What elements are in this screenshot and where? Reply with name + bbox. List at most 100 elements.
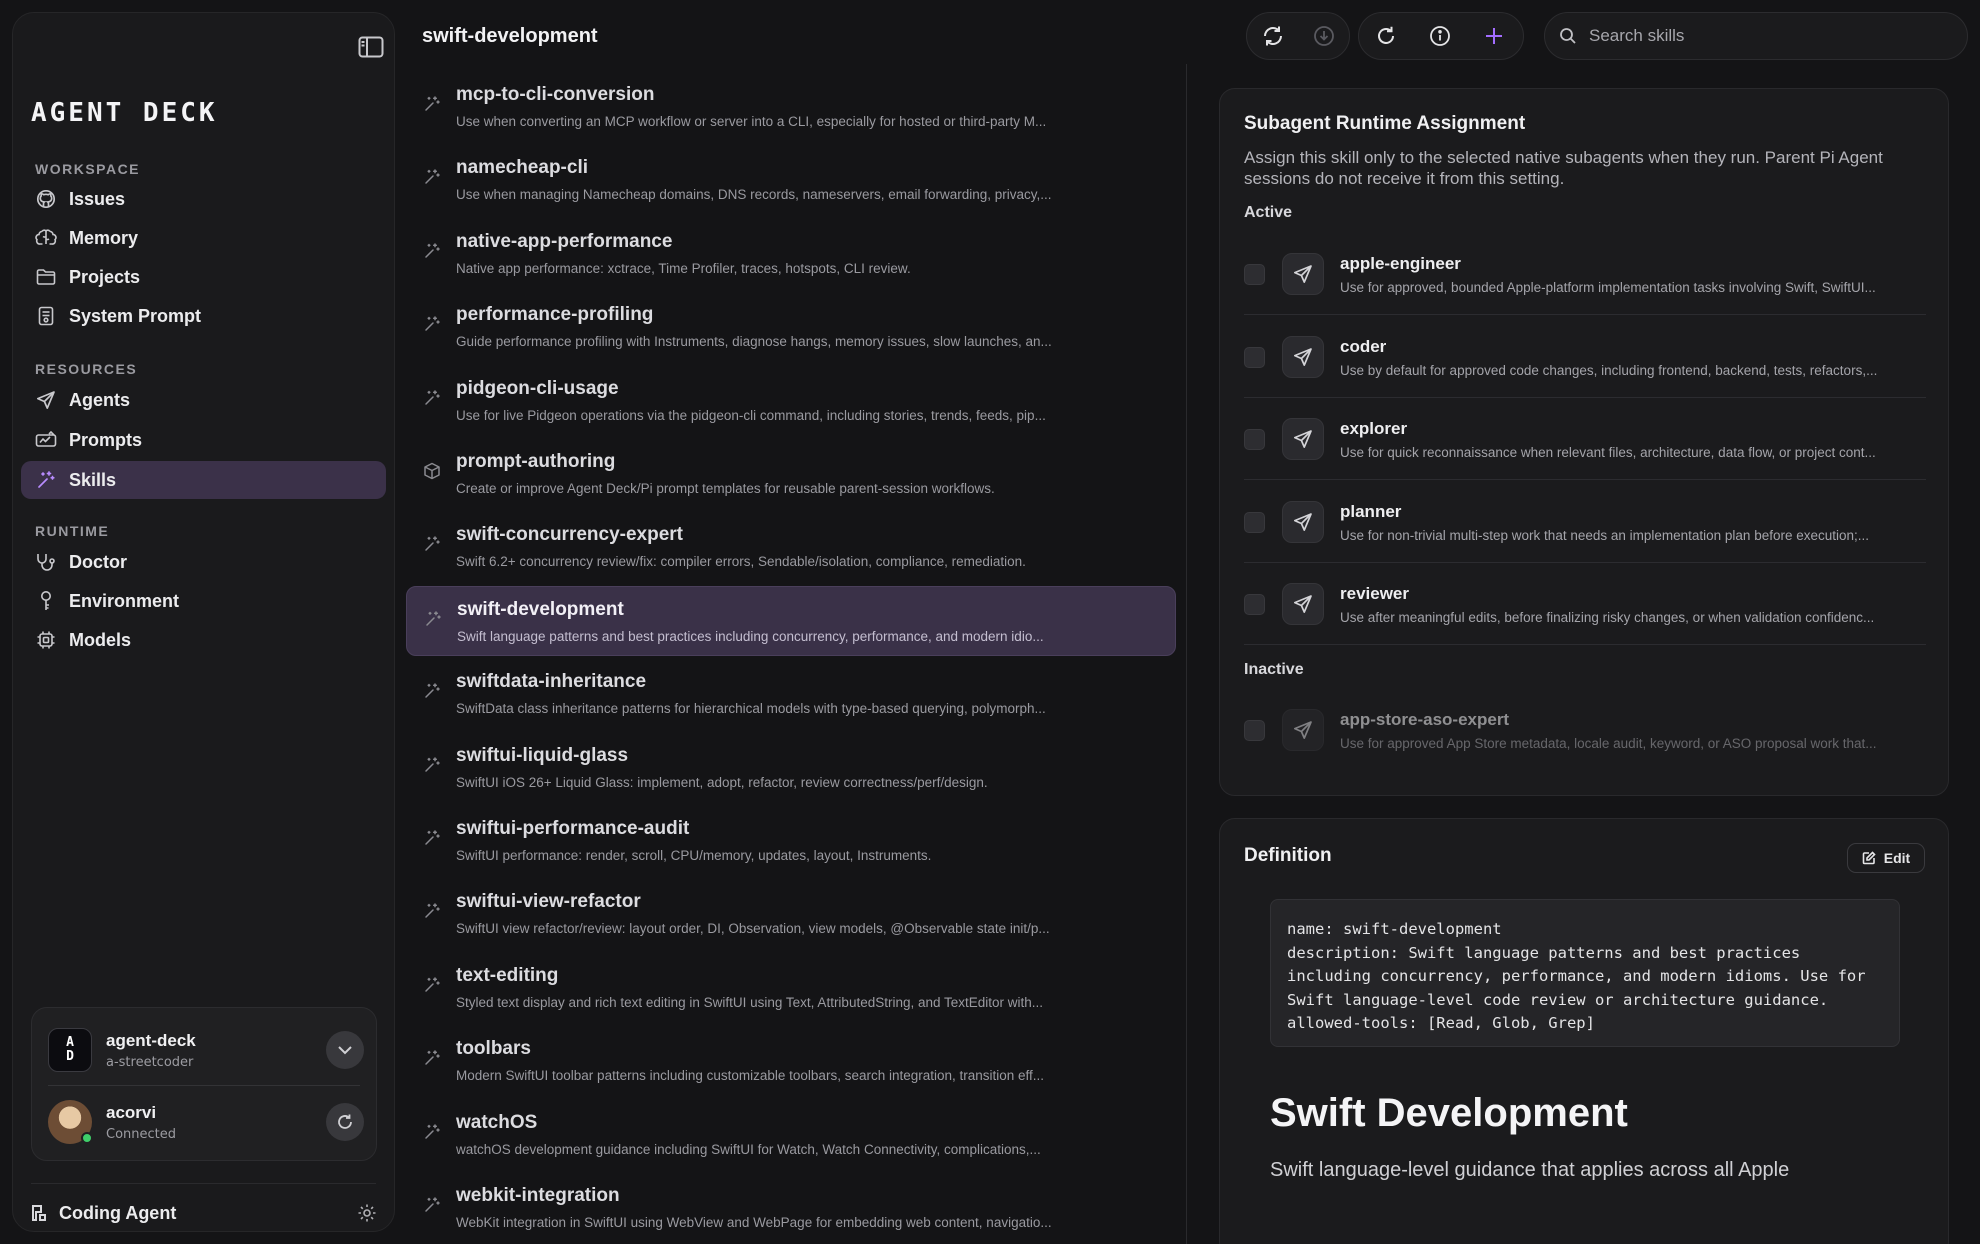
folder-icon <box>35 266 57 288</box>
search-input[interactable] <box>1589 26 1949 46</box>
add-skill-button[interactable] <box>1467 13 1521 59</box>
search-bar <box>1544 12 1968 60</box>
skill-row[interactable]: watchOS watchOS development guidance incl… <box>406 1100 1176 1170</box>
skill-row[interactable]: performance-profiling Guide performance p… <box>406 292 1176 362</box>
app-badge-logo: AD <box>48 1028 92 1072</box>
sparkle-wand-icon <box>420 312 444 336</box>
chevron-down-icon <box>338 1046 352 1055</box>
sparkle-wand-icon <box>420 165 444 189</box>
send-icon <box>1282 418 1324 460</box>
sidebar-item-projects[interactable]: Projects <box>21 258 386 296</box>
agent-description: Use for quick reconnaissance when releva… <box>1340 445 1876 460</box>
reconnect-button[interactable] <box>326 1103 364 1141</box>
sidebar-item-models[interactable]: Models <box>21 621 386 659</box>
agent-checkbox[interactable] <box>1244 429 1265 450</box>
sparkle-wand-icon <box>420 973 444 997</box>
agent-name: planner <box>1340 501 1402 521</box>
sync-button[interactable] <box>1247 13 1298 59</box>
skill-row[interactable]: swiftui-performance-audit SwiftUI perform… <box>406 806 1176 876</box>
online-status-dot <box>81 1132 93 1144</box>
agent-checkbox[interactable] <box>1244 594 1265 615</box>
download-button[interactable] <box>1298 13 1349 59</box>
agent-row-explorer: explorer Use for quick reconnaissance whe… <box>1244 398 1926 480</box>
definition-card: Definition Edit name: swift-development … <box>1219 818 1949 1244</box>
reload-icon <box>1378 26 1394 44</box>
skill-row[interactable]: swift-development Swift language patterns… <box>406 585 1176 656</box>
sidebar-toggle-icon[interactable] <box>351 25 391 69</box>
skill-name: swiftui-view-refactor <box>456 891 641 913</box>
sparkle-wand-icon <box>420 753 444 777</box>
sidebar-item-agents[interactable]: Agents <box>21 381 386 419</box>
agent-checkbox[interactable] <box>1244 264 1265 285</box>
sync-icon <box>1263 26 1282 46</box>
sidebar-item-skills[interactable]: Skills <box>21 461 386 499</box>
info-button[interactable] <box>1413 13 1467 59</box>
prompt-icon <box>35 429 57 451</box>
app-account-name: agent-deck <box>106 1030 196 1050</box>
coding-agent-label: Coding Agent <box>59 1202 177 1223</box>
download-circle-icon <box>1313 26 1334 46</box>
runtime-card-title: Subagent Runtime Assignment <box>1244 113 1526 134</box>
send-icon <box>1282 709 1324 751</box>
skill-name: swiftdata-inheritance <box>456 671 647 693</box>
skill-description: SwiftUI view refactor/review: layout ord… <box>456 921 1050 937</box>
skill-row[interactable]: mcp-to-cli-conversion Use when converting… <box>406 72 1176 142</box>
cube-icon <box>420 459 444 483</box>
agent-name: explorer <box>1340 419 1408 438</box>
skill-row[interactable]: toolbars Modern SwiftUI toolbar patterns … <box>406 1026 1176 1096</box>
agent-description: Use for approved App Store metadata, loc… <box>1340 736 1877 751</box>
gear-icon[interactable] <box>351 1197 383 1229</box>
skill-row[interactable]: namecheap-cli Use when managing Namecheap… <box>406 145 1176 215</box>
skill-row[interactable]: swiftui-view-refactor SwiftUI view refact… <box>406 879 1176 949</box>
reload-button[interactable] <box>1359 13 1413 59</box>
plus-icon <box>1486 28 1502 44</box>
section-label-workspace: WORKSPACE <box>35 161 141 177</box>
agent-checkbox[interactable] <box>1244 720 1265 741</box>
skill-description: SwiftData class inheritance patterns for… <box>456 701 1046 717</box>
skill-name: text-editing <box>456 964 559 986</box>
app-window: AGENT DECK WORKSPACE Issues Memory Proje… <box>0 0 1980 1244</box>
sidebar-item-system-prompt[interactable]: System Prompt <box>21 297 386 335</box>
sidebar-item-label: Memory <box>69 227 139 248</box>
skill-row[interactable]: native-app-performance Native app perform… <box>406 219 1176 289</box>
skill-row[interactable]: text-editing Styled text display and rich… <box>406 953 1176 1023</box>
skill-description: WebKit integration in SwiftUI using WebV… <box>456 1215 1052 1230</box>
markdown-heading: Swift Development <box>1270 1091 1628 1135</box>
sidebar-item-environment[interactable]: Environment <box>21 582 386 620</box>
markdown-paragraph: Swift language-level guidance that appli… <box>1270 1159 1790 1181</box>
skill-row[interactable]: swiftui-liquid-glass SwiftUI iOS 26+ Liqu… <box>406 733 1176 803</box>
search-icon <box>1560 28 1576 44</box>
app-account-row[interactable]: AD agent-deck a-streetcoder <box>48 1022 364 1078</box>
account-dropdown-button[interactable] <box>326 1031 364 1069</box>
sidebar-item-label: Agents <box>69 389 131 410</box>
agent-checkbox[interactable] <box>1244 346 1265 368</box>
skill-name: namecheap-cli <box>456 157 588 179</box>
account-divider <box>48 1085 360 1086</box>
skill-description: Modern SwiftUI toolbar patterns includin… <box>456 1068 1045 1084</box>
sidebar-item-doctor[interactable]: Doctor <box>21 543 386 581</box>
skill-row[interactable]: webkit-integration WebKit integration in … <box>406 1173 1176 1243</box>
edit-button[interactable]: Edit <box>1847 843 1925 873</box>
agent-checkbox[interactable] <box>1244 511 1265 533</box>
sidebar-item-memory[interactable]: Memory <box>21 219 386 257</box>
user-status: Connected <box>106 1126 177 1142</box>
agent-row-app-store-aso-expert: app-store-aso-expert Use for approved App… <box>1244 689 1926 771</box>
agent-mode-icon <box>32 1205 46 1221</box>
skill-row[interactable]: prompt-authoring Create or improve Agent … <box>406 439 1176 509</box>
send-icon <box>1282 583 1324 625</box>
skill-description: Native app performance: xctrace, Time Pr… <box>456 260 911 276</box>
skill-name: mcp-to-cli-conversion <box>456 84 655 105</box>
agent-row-reviewer: reviewer Use after meaningful edits, befo… <box>1244 563 1926 645</box>
skill-row[interactable]: pidgeon-cli-usage Use for live Pidgeon op… <box>406 366 1176 436</box>
agent-description: Use after meaningful edits, before final… <box>1340 610 1875 625</box>
edit-icon <box>1862 851 1876 865</box>
coding-agent-selector[interactable]: Coding Agent <box>31 1195 176 1231</box>
sparkle-wand-icon <box>420 679 444 703</box>
user-account-row[interactable]: acorvi Connected <box>48 1094 364 1150</box>
skill-row[interactable]: swiftdata-inheritance SwiftData class inh… <box>406 659 1176 729</box>
brain-icon <box>35 227 57 249</box>
sidebar-item-issues[interactable]: Issues <box>21 180 386 218</box>
skill-row[interactable]: swift-concurrency-expert Swift 6.2+ concu… <box>406 512 1176 582</box>
sidebar-item-label: Prompts <box>69 429 143 450</box>
sidebar-item-prompts[interactable]: Prompts <box>21 421 386 459</box>
